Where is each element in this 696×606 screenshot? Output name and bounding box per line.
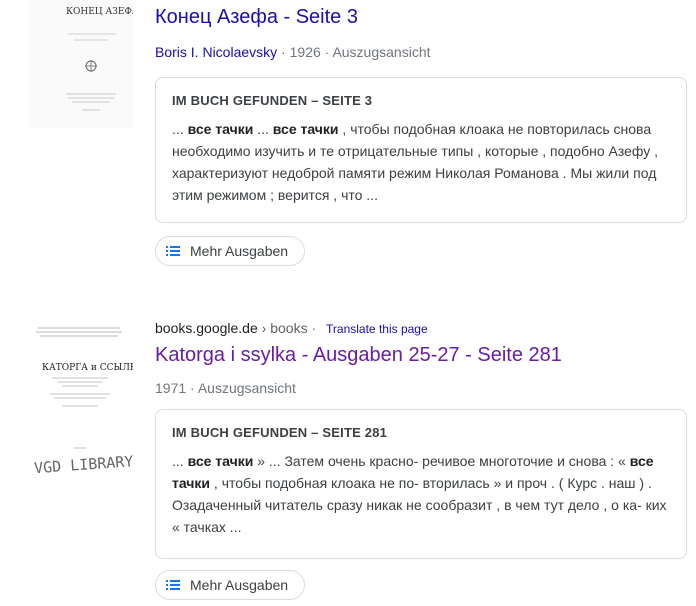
separator: · (281, 44, 290, 60)
snippet-fragment: ... (172, 453, 188, 469)
list-icon (166, 580, 180, 590)
book-cover-thumbnail[interactable]: КОНЕЦ АЗЕФА (28, 0, 133, 128)
more-editions-label: Mehr Ausgaben (190, 577, 289, 593)
list-icon (166, 246, 180, 256)
source-domain[interactable]: books.google.de (155, 320, 258, 336)
snippet-heading: IM BUCH GEFUNDEN – SEITE 3 (172, 93, 373, 108)
publication-year: 1926 (289, 44, 321, 60)
view-type: Auszugsansicht (197, 380, 296, 396)
result-title-link[interactable]: Katorga i ssylka - Ausgaben 25-27 - Seit… (155, 342, 687, 368)
snippet-heading: IM BUCH GEFUNDEN – SEITE 281 (172, 425, 388, 440)
author-link[interactable]: Boris I. Nicolaevsky (155, 44, 277, 60)
snippet-card: IM BUCH GEFUNDEN – SEITE 281 ... все тач… (155, 409, 687, 559)
snippet-highlight: все тачки (272, 121, 339, 137)
snippet-fragment: » ... Затем очень красно- речивое многот… (253, 453, 630, 469)
snippet-text: ... все тачки » ... Затем очень красно- … (172, 450, 670, 538)
more-editions-label: Mehr Ausgaben (190, 243, 289, 259)
separator: · (190, 380, 198, 396)
source-line: books.google.de › books · Translate this… (155, 318, 687, 339)
cover-title-text: КОНЕЦ АЗЕФА (66, 7, 133, 17)
source-breadcrumb: › books (261, 320, 308, 336)
result-meta: 1971 · Auszugsansicht (155, 378, 687, 398)
result-title-link[interactable]: Конец Азефа - Seite 3 (155, 4, 687, 30)
book-cover-image: КАТОРГА и ССЫЛКА VGD LIBRARY (28, 324, 133, 474)
separator: · (311, 320, 321, 336)
snippet-highlight: все тачки (187, 121, 254, 137)
cover-title-text: КАТОРГА и ССЫЛКА (42, 363, 133, 373)
more-editions-button[interactable]: Mehr Ausgaben (155, 570, 306, 600)
snippet-fragment: ... (253, 121, 273, 137)
book-cover-thumbnail[interactable]: КАТОРГА и ССЫЛКА VGD LIBRARY (28, 324, 133, 474)
snippet-highlight: все тачки (187, 453, 254, 469)
snippet-text: ... все тачки ... все тачки , чтобы подо… (172, 118, 670, 206)
book-cover-image: КОНЕЦ АЗЕФА (28, 0, 133, 128)
publication-year: 1971 (155, 380, 187, 396)
view-type: Auszugsansicht (332, 44, 431, 60)
result-meta: Boris I. Nicolaevsky · 1926 · Auszugsans… (155, 42, 687, 62)
translate-link[interactable]: Translate this page (326, 322, 428, 336)
snippet-fragment: , чтобы подобная клоака не по- вторилась… (172, 475, 667, 535)
snippet-card: IM BUCH GEFUNDEN – SEITE 3 ... все тачки… (155, 77, 687, 223)
more-editions-button[interactable]: Mehr Ausgaben (155, 236, 306, 266)
snippet-fragment: ... (172, 121, 188, 137)
